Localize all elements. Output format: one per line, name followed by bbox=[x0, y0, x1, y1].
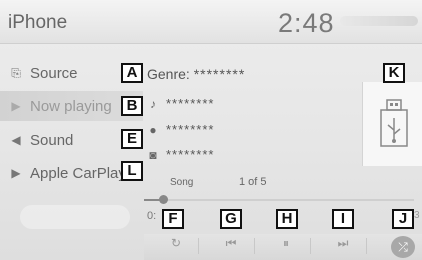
source-icon: ⎘ bbox=[11, 65, 21, 80]
total-time: 3 bbox=[414, 210, 420, 221]
callout-i: I bbox=[332, 209, 354, 229]
clock: 2:48 bbox=[278, 8, 335, 38]
divider bbox=[310, 238, 311, 254]
callout-f: F bbox=[162, 209, 184, 229]
artist-row: ● ******** bbox=[147, 122, 214, 137]
callout-h: H bbox=[276, 209, 298, 229]
source-title: iPhone bbox=[8, 12, 68, 33]
genre-value: ******** bbox=[193, 66, 246, 82]
carplay-icon: ▶ bbox=[11, 166, 21, 180]
callout-g: G bbox=[220, 209, 242, 229]
song-title-row: ♪ ******** bbox=[147, 96, 214, 111]
speaker-icon: ◀ bbox=[11, 133, 21, 147]
callout-b: B bbox=[121, 96, 143, 116]
callout-j: J bbox=[392, 209, 414, 229]
artist-icon: ● bbox=[149, 123, 157, 137]
next-track-button[interactable]: ⏭ bbox=[333, 236, 353, 251]
sidebar-item-label: Source bbox=[30, 64, 78, 82]
divider bbox=[254, 238, 255, 254]
album-icon: ◙ bbox=[149, 148, 157, 162]
track-counter: 1 of 5 bbox=[239, 176, 267, 188]
genre-row: Genre: ******** bbox=[147, 66, 245, 82]
sidebar-item-label: Apple CarPlay bbox=[30, 164, 126, 182]
usb-icon bbox=[380, 99, 408, 147]
repeat-button[interactable]: ↻ bbox=[166, 236, 186, 250]
background-watermark bbox=[20, 205, 130, 229]
callout-l: L bbox=[121, 161, 143, 181]
artist-name: ******** bbox=[166, 122, 215, 137]
divider bbox=[366, 238, 367, 254]
elapsed-time: 0: bbox=[147, 210, 157, 222]
album-row: ◙ ******** bbox=[147, 147, 214, 162]
now-playing-icon: ▶ bbox=[11, 99, 21, 113]
status-bar-indicator bbox=[340, 16, 418, 26]
callout-a: A bbox=[121, 63, 143, 83]
play-mode-label: Song bbox=[170, 177, 194, 188]
divider bbox=[198, 238, 199, 254]
sidebar-item-label: Now playing bbox=[30, 97, 112, 115]
progress-track[interactable] bbox=[144, 199, 414, 201]
top-bar: iPhone 2:48 bbox=[0, 0, 422, 44]
album-artwork bbox=[362, 82, 422, 166]
genre-label: Genre: bbox=[147, 66, 190, 82]
song-title: ******** bbox=[166, 96, 215, 111]
shuffle-button[interactable]: ⤮ bbox=[391, 236, 415, 258]
album-name: ******** bbox=[166, 147, 215, 162]
previous-track-button[interactable]: ⏮ bbox=[221, 236, 241, 251]
callout-e: E bbox=[121, 129, 143, 149]
callout-k: K bbox=[383, 63, 405, 83]
sidebar-item-label: Sound bbox=[30, 131, 74, 149]
music-note-icon: ♪ bbox=[150, 97, 156, 111]
pause-button[interactable]: ⏸ bbox=[276, 236, 296, 251]
progress-handle[interactable] bbox=[159, 195, 168, 204]
iphone-audio-screen: iPhone 2:48 ⎘ Source ▶ Now playing ◀ Sou… bbox=[0, 0, 422, 260]
